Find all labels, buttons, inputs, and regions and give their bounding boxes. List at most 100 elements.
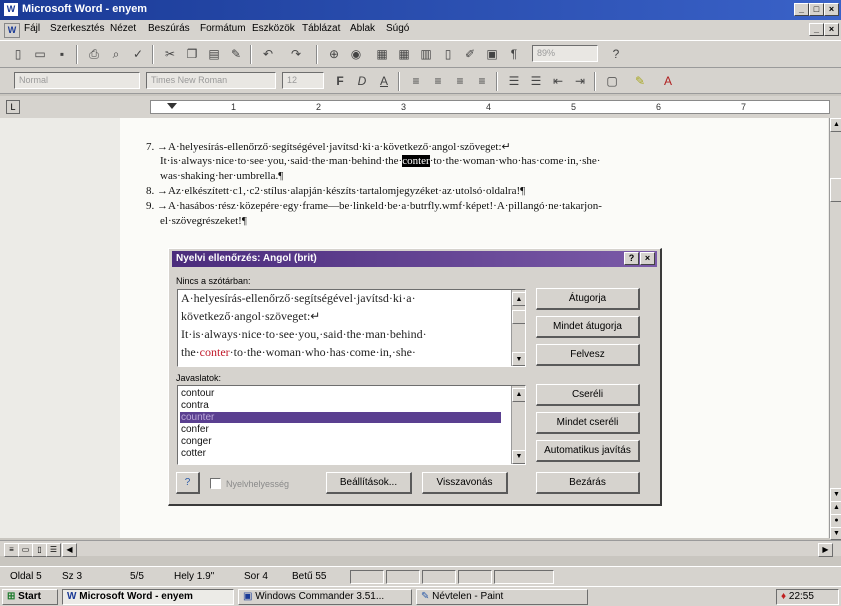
cut-icon[interactable]: ✂ [160,45,180,64]
highlight-icon[interactable]: ✎ [630,72,650,91]
menu-edit[interactable]: Szerkesztés [50,23,104,34]
ruler[interactable]: 1 2 3 4 5 6 7 [150,100,830,114]
columns-icon[interactable]: ▯ [438,45,458,64]
bullets-icon[interactable]: ☰ [526,72,546,91]
status-ext-indicator[interactable] [422,570,456,584]
doc-close-button[interactable]: × [824,23,839,36]
menu-help[interactable]: Súgó [386,23,409,34]
office-assistant-button[interactable]: ? [176,472,200,494]
undo-button[interactable]: Visszavonás [422,472,508,494]
numbering-icon[interactable]: ☰ [504,72,524,91]
insert-table-icon[interactable]: ▦ [394,45,414,64]
undo-icon[interactable]: ↶ [258,45,278,64]
tab-selector[interactable]: L [6,100,20,114]
close-dialog-button[interactable]: Bezárás [536,472,640,494]
justify-icon[interactable]: ≡ [472,72,492,91]
scroll-left-icon[interactable]: ◀ [62,543,77,557]
dialog-close-button[interactable]: × [640,252,655,265]
autocorrect-button[interactable]: Automatikus javítás [536,440,640,462]
horizontal-scrollbar[interactable]: ≡ ▭ ▯ ☰ ◀ ▶ [0,540,841,557]
menu-table[interactable]: Táblázat [302,23,340,34]
scroll-thumb[interactable] [512,310,525,324]
font-size-combo[interactable]: 12 [282,72,324,89]
suggestions-scrollbar[interactable]: ▲ ▼ [511,386,525,464]
document-icon[interactable]: W [4,23,20,38]
ignore-all-button[interactable]: Mindet átugorja [536,316,640,338]
print-icon[interactable]: ⎙ [84,45,104,64]
web-view-icon[interactable]: ▭ [18,543,33,557]
task-word[interactable]: W Microsoft Word - enyem [62,589,234,605]
vertical-scrollbar[interactable]: ▲ ▼ ▲ ● ▼ [829,118,841,540]
save-icon[interactable]: ▪ [52,45,72,64]
page-view-icon[interactable]: ▯ [32,543,47,557]
borders-icon[interactable]: ▢ [602,72,622,91]
prev-page-icon[interactable]: ▲ [830,501,841,515]
menu-view[interactable]: Nézet [110,23,136,34]
task-commander[interactable]: ▣ Windows Commander 3.51... [238,589,412,605]
grammar-checkbox[interactable] [210,478,221,489]
word-app-icon[interactable]: W [4,3,18,16]
italic-icon[interactable]: D [352,72,372,91]
bold-icon[interactable]: F [330,72,350,91]
scroll-up-icon[interactable]: ▲ [512,292,525,306]
change-all-button[interactable]: Mindet cseréli [536,412,640,434]
maximize-button[interactable]: □ [809,3,824,16]
suggestion-item[interactable]: contour [180,388,501,399]
status-rec-indicator[interactable] [350,570,384,584]
scroll-down-icon[interactable]: ▼ [512,450,525,464]
align-right-icon[interactable]: ≡ [450,72,470,91]
format-painter-icon[interactable]: ✎ [226,45,246,64]
align-left-icon[interactable]: ≡ [406,72,426,91]
ignore-button[interactable]: Átugorja [536,288,640,310]
add-button[interactable]: Felvesz [536,344,640,366]
font-combo[interactable]: Times New Roman [146,72,276,89]
notfound-textbox[interactable]: A·helyesírás-ellenőrző·segítségével·javí… [177,289,526,367]
outline-view-icon[interactable]: ☰ [46,543,61,557]
redo-icon[interactable]: ↷ [286,45,306,64]
menu-insert[interactable]: Beszúrás [148,23,190,34]
show-hide-icon[interactable]: ¶ [504,45,524,64]
tray-icon[interactable]: ♦ [781,591,786,602]
spelling-icon[interactable]: ✓ [128,45,148,64]
options-button[interactable]: Beállítások... [326,472,412,494]
underline-icon[interactable]: A [374,72,394,91]
scroll-up-icon[interactable]: ▲ [512,388,525,402]
increase-indent-icon[interactable]: ⇥ [570,72,590,91]
align-center-icon[interactable]: ≡ [428,72,448,91]
change-button[interactable]: Cseréli [536,384,640,406]
first-line-indent-marker[interactable] [167,103,177,109]
browse-object-icon[interactable]: ● [830,514,841,528]
scroll-right-icon[interactable]: ▶ [818,543,833,557]
scroll-thumb[interactable] [830,178,841,202]
dialog-help-button[interactable]: ? [624,252,639,265]
drawing-icon[interactable]: ✐ [460,45,480,64]
scroll-up-icon[interactable]: ▲ [830,118,841,132]
web-toolbar-icon[interactable]: ◉ [346,45,366,64]
suggestion-item[interactable]: confer [180,424,501,435]
suggestion-item-selected[interactable]: counter [180,412,501,423]
hyperlink-icon[interactable]: ⊕ [324,45,344,64]
style-combo[interactable]: Normal [14,72,140,89]
office-assistant-icon[interactable]: ? [606,45,626,64]
task-paint[interactable]: ✎ Névtelen - Paint [416,589,588,605]
start-button[interactable]: ⊞ Start [2,589,58,605]
doc-minimize-button[interactable]: _ [809,23,824,36]
suggestions-list[interactable]: contour contra counter confer conger cot… [177,385,526,465]
zoom-combo[interactable]: 89% [532,45,598,62]
font-color-icon[interactable]: A [658,72,678,91]
insert-excel-icon[interactable]: ▥ [416,45,436,64]
notfound-scrollbar[interactable]: ▲ ▼ [511,290,525,366]
menu-file[interactable]: Fájl [24,23,40,34]
print-preview-icon[interactable]: ⌕ [106,45,126,64]
open-icon[interactable]: ▭ [30,45,50,64]
menu-format[interactable]: Formátum [200,23,246,34]
suggestion-item[interactable]: conger [180,436,501,447]
menu-window[interactable]: Ablak [350,23,375,34]
close-button[interactable]: × [824,3,839,16]
menu-tools[interactable]: Eszközök [252,23,295,34]
tables-borders-icon[interactable]: ▦ [372,45,392,64]
suggestion-item[interactable]: cotter [180,448,501,459]
suggestion-item[interactable]: contra [180,400,501,411]
normal-view-icon[interactable]: ≡ [4,543,19,557]
paste-icon[interactable]: ▤ [204,45,224,64]
